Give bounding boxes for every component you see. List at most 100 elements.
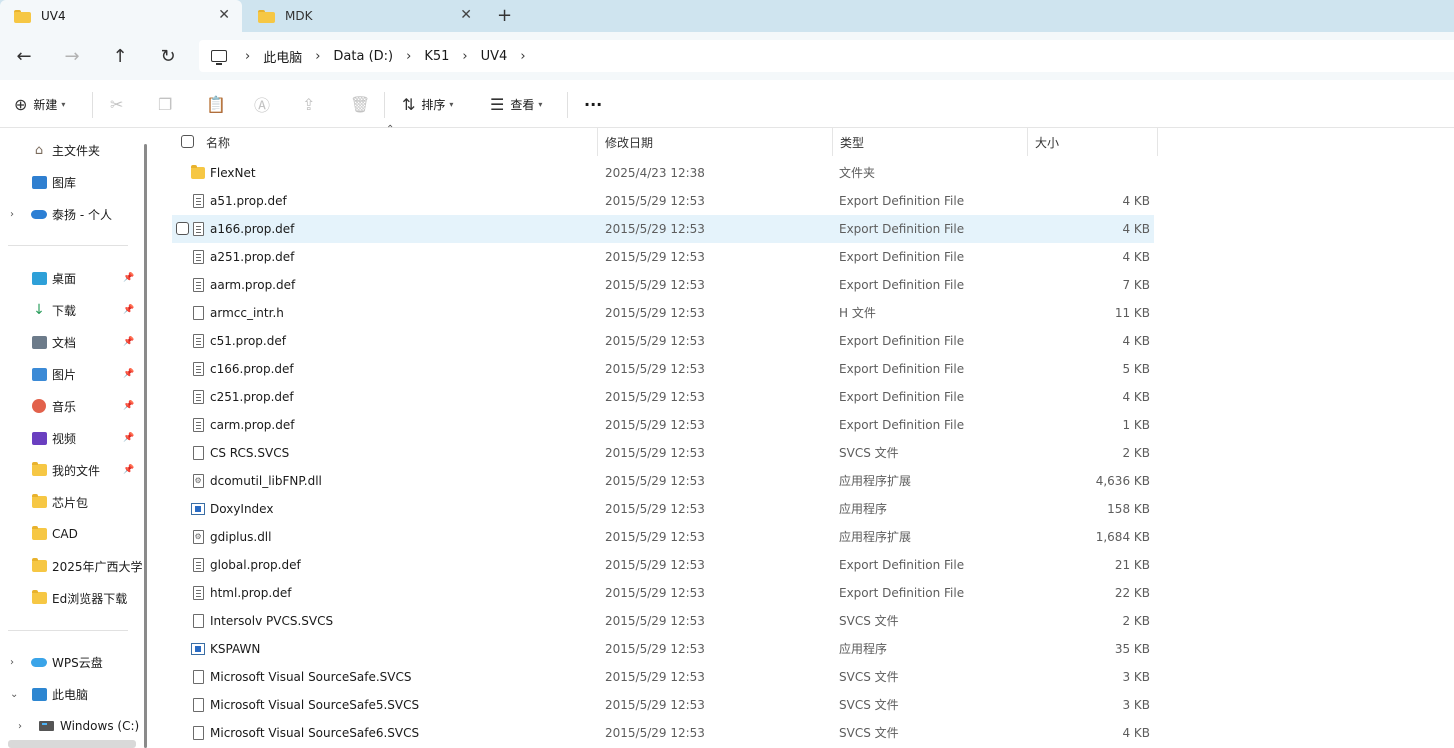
sidebar-item-quick-access[interactable]: 音乐 📌 [0, 392, 140, 420]
breadcrumb-uv4[interactable]: UV4 [481, 49, 508, 64]
sidebar-item-quick-access[interactable]: 文档 📌 [0, 328, 140, 356]
file-name: Microsoft Visual SourceSafe6.SVCS [210, 726, 420, 740]
rename-button[interactable]: Ⓐ [254, 92, 276, 116]
file-modified-date: 2015/5/29 12:53 [605, 642, 705, 656]
sidebar-item-home[interactable]: ⌂ 主文件夹 [0, 136, 140, 164]
file-row[interactable]: c166.prop.def 2015/5/29 12:53 Export Defin… [172, 355, 1154, 383]
cut-button[interactable]: ✂ [110, 92, 129, 116]
file-row[interactable]: c251.prop.def 2015/5/29 12:53 Export Defin… [172, 383, 1154, 411]
copy-button[interactable]: ❐ [158, 92, 178, 116]
column-header-date[interactable]: 修改日期 [597, 128, 833, 156]
sidebar-horizontal-scrollbar[interactable] [8, 740, 136, 748]
file-row[interactable]: a251.prop.def 2015/5/29 12:53 Export Defin… [172, 243, 1154, 271]
close-icon[interactable]: ✕ [460, 7, 472, 23]
folder-icon [31, 462, 47, 478]
file-row[interactable]: dcomutil_libFNP.dll 2015/5/29 12:53 应用程序扩展… [172, 467, 1154, 495]
pin-icon[interactable]: 📌 [123, 433, 134, 443]
sidebar-item-quick-access[interactable]: 视频 📌 [0, 424, 140, 452]
refresh-icon[interactable]: ↻ [156, 44, 180, 68]
chevron-down-icon[interactable]: ⌄ [10, 689, 18, 700]
sidebar-item-gallery[interactable]: 图库 [0, 168, 140, 196]
file-name: FlexNet [210, 166, 256, 180]
file-row[interactable]: armcc_intr.h 2015/5/29 12:53 H 文件 11 KB [172, 299, 1154, 327]
chevron-right-icon[interactable]: › [406, 49, 411, 64]
file-row[interactable]: html.prop.def 2015/5/29 12:53 Export Defin… [172, 579, 1154, 607]
delete-button[interactable]: 🗑 [350, 92, 376, 116]
file-type: Export Definition File [839, 586, 965, 600]
chevron-right-icon[interactable]: › [245, 49, 250, 64]
file-modified-date: 2025/4/23 12:38 [605, 166, 705, 180]
pin-icon[interactable]: 📌 [123, 337, 134, 347]
share-button[interactable]: ⇪ [302, 92, 321, 116]
pin-icon[interactable]: 📌 [123, 465, 134, 475]
sidebar-scrollbar[interactable] [144, 144, 147, 748]
file-row[interactable]: global.prop.def 2015/5/29 12:53 Export Def… [172, 551, 1154, 579]
file-row[interactable]: FlexNet 2025/4/23 12:38 文件夹 [172, 159, 1154, 187]
column-header-name[interactable]: 名称 [198, 128, 598, 156]
file-row[interactable]: a166.prop.def 2015/5/29 12:53 Export Defin… [172, 215, 1154, 243]
file-row[interactable]: KSPAWN 2015/5/29 12:53 应用程序 35 KB [172, 635, 1154, 663]
sidebar-item-quick-access[interactable]: CAD [0, 520, 140, 548]
file-row[interactable]: CS RCS.SVCS 2015/5/29 12:53 SVCS 文件 2 KB [172, 439, 1154, 467]
back-arrow-icon[interactable]: ← [12, 44, 36, 68]
breadcrumb-this-pc[interactable]: 此电脑 [263, 47, 302, 66]
close-icon[interactable]: ✕ [218, 7, 230, 23]
chevron-right-icon[interactable]: › [10, 657, 14, 668]
pin-icon[interactable]: 📌 [123, 273, 134, 283]
sidebar-item-this-pc[interactable]: ⌄ 此电脑 [0, 680, 140, 708]
forward-arrow-icon[interactable]: → [60, 44, 84, 68]
file-row[interactable]: gdiplus.dll 2015/5/29 12:53 应用程序扩展 1,684 KB [172, 523, 1154, 551]
new-tab-plus-icon[interactable]: + [497, 5, 512, 26]
sidebar-item-onedrive[interactable]: › 泰扬 - 个人 [0, 200, 140, 228]
tab-mdk[interactable]: MDK ✕ [244, 0, 484, 32]
file-row[interactable]: Intersolv PVCS.SVCS 2015/5/29 12:53 SVCS 文… [172, 607, 1154, 635]
select-all-checkbox[interactable] [181, 135, 194, 148]
sidebar-item-quick-access[interactable]: Ed浏览器下载 [0, 584, 140, 612]
sidebar-item-quick-access[interactable]: ↓ 下载 📌 [0, 296, 140, 324]
column-header-size[interactable]: 大小 [1027, 128, 1158, 156]
sidebar-item-quick-access[interactable]: 桌面 📌 [0, 264, 140, 292]
file-row[interactable]: aarm.prop.def 2015/5/29 12:53 Export Defin… [172, 271, 1154, 299]
sidebar-item-windows-drive[interactable]: › Windows (C:) [0, 712, 140, 740]
pin-icon[interactable]: 📌 [123, 305, 134, 315]
chevron-right-icon[interactable]: › [315, 49, 320, 64]
sidebar-item-quick-access[interactable]: 我的文件 📌 [0, 456, 140, 484]
file-row[interactable]: DoxyIndex 2015/5/29 12:53 应用程序 158 KB [172, 495, 1154, 523]
file-modified-date: 2015/5/29 12:53 [605, 670, 705, 684]
row-checkbox[interactable] [176, 222, 189, 235]
file-type: SVCS 文件 [839, 726, 899, 740]
breadcrumb-data-drive[interactable]: Data (D:) [333, 49, 393, 64]
up-arrow-icon[interactable]: ↑ [108, 44, 132, 68]
file-row[interactable]: carm.prop.def 2015/5/29 12:53 Export Defin… [172, 411, 1154, 439]
pin-icon[interactable]: 📌 [123, 369, 134, 379]
file-type: Export Definition File [839, 418, 965, 432]
file-row[interactable]: Microsoft Visual SourceSafe.SVCS 2015/5/2… [172, 663, 1154, 691]
chevron-right-icon[interactable]: › [520, 49, 525, 64]
pin-icon[interactable]: 📌 [123, 401, 134, 411]
paste-button[interactable]: 📋 [206, 92, 232, 116]
chevron-right-icon[interactable]: › [18, 721, 22, 732]
navigation-bar: ← → ↑ ↻ › 此电脑 › Data (D:) › K51 › UV4 › [0, 32, 1454, 80]
sort-button[interactable]: ⇅ 排序 ▾ [402, 92, 453, 116]
view-button[interactable]: ☰ 查看 ▾ [490, 92, 542, 116]
address-bar[interactable]: › 此电脑 › Data (D:) › K51 › UV4 › [199, 40, 1454, 72]
file-row[interactable]: c51.prop.def 2015/5/29 12:53 Export Defini… [172, 327, 1154, 355]
command-bar: ⊕ 新建 ▾ ✂ ❐ 📋 Ⓐ ⇪ 🗑 ⇅ 排序 ▾ ☰ 查看 ▾ ··· [0, 80, 1454, 128]
chevron-right-icon[interactable]: › [462, 49, 467, 64]
breadcrumb-k51[interactable]: K51 [424, 49, 449, 64]
more-options-icon[interactable]: ··· [584, 92, 602, 116]
sidebar-item-quick-access[interactable]: 2025年广西大学 [0, 552, 143, 580]
onedrive-cloud-icon [31, 206, 47, 222]
sidebar-item-wps-cloud[interactable]: › WPS云盘 [0, 648, 140, 676]
tab-uv4[interactable]: UV4 ✕ [0, 0, 242, 32]
file-row[interactable]: Microsoft Visual SourceSafe6.SVCS 2015/5/… [172, 719, 1154, 747]
file-row[interactable]: Microsoft Visual SourceSafe5.SVCS 2015/5/… [172, 691, 1154, 719]
sidebar-item-quick-access[interactable]: 图片 📌 [0, 360, 140, 388]
column-header-type[interactable]: 类型 [832, 128, 1028, 156]
file-row[interactable]: a51.prop.def 2015/5/29 12:53 Export Defini… [172, 187, 1154, 215]
new-button[interactable]: ⊕ 新建 ▾ [14, 92, 65, 116]
sidebar-item-quick-access[interactable]: 芯片包 [0, 488, 140, 516]
chevron-down-icon: ▾ [449, 99, 454, 109]
document-icon [191, 585, 205, 601]
chevron-right-icon[interactable]: › [10, 209, 14, 220]
